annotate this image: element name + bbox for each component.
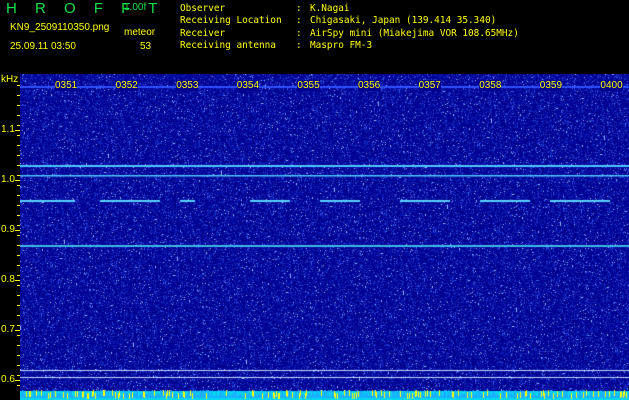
- y-tick-label: 0.6: [1, 374, 15, 385]
- spectrogram[interactable]: [20, 74, 629, 400]
- info-row-location: Receiving Location: Chigasaki, Japan (139…: [180, 15, 497, 27]
- y-tick-label: 0.9: [1, 224, 15, 235]
- info-key: Receiver: [180, 27, 226, 39]
- time-label: 0355: [297, 80, 320, 91]
- time-label: 0354: [236, 80, 260, 91]
- time-label: 0352: [115, 80, 138, 91]
- info-row-observer: Observer: K.Nagai: [180, 3, 350, 14]
- y-tick-label: 1.1: [1, 124, 15, 135]
- info-key: Observer: [180, 3, 226, 14]
- info-value: Chigasaki, Japan (139.414 35.340): [310, 15, 497, 27]
- meteor-label: meteor: [124, 27, 156, 38]
- axis-unit-label: kHz: [1, 74, 19, 85]
- info-row-antenna: Receiving antenna: Maspro FM-3: [180, 40, 373, 52]
- time-label: 0356: [358, 80, 381, 91]
- time-label: 0359: [539, 80, 563, 91]
- info-value: Maspro FM-3: [310, 40, 373, 52]
- y-tick-label: 0.7: [1, 324, 15, 335]
- time-label: 0351: [55, 80, 78, 91]
- info-value: K.Nagai: [310, 3, 350, 14]
- time-label: 0357: [418, 80, 441, 91]
- info-value: AirSpy mini (Miakejima VOR 108.65MHz): [310, 27, 519, 39]
- info-key: Receiving Location: [180, 15, 282, 27]
- info-key: Receiving antenna: [180, 40, 276, 52]
- filename-label: KN9_2509110350.png: [10, 22, 110, 33]
- version-label: 1.00f: [124, 2, 147, 13]
- observation-info: Observer: K.Nagai Receiving Location: Chig…: [180, 3, 519, 53]
- time-label: 0400: [600, 80, 623, 91]
- y-tick-label: 1.0: [1, 174, 15, 185]
- header: H R O F F T 1.00f KN9_2509110350.png 25.…: [0, 0, 629, 85]
- time-label: 0358: [479, 80, 502, 91]
- meteor-count: 53: [140, 41, 152, 52]
- info-row-receiver: Receiver: AirSpy mini (Miakejima VOR 108.…: [180, 27, 519, 39]
- y-tick-label: 0.8: [1, 274, 15, 285]
- time-label: 0353: [176, 80, 199, 91]
- datetime-label: 25.09.11 03:50: [10, 41, 76, 52]
